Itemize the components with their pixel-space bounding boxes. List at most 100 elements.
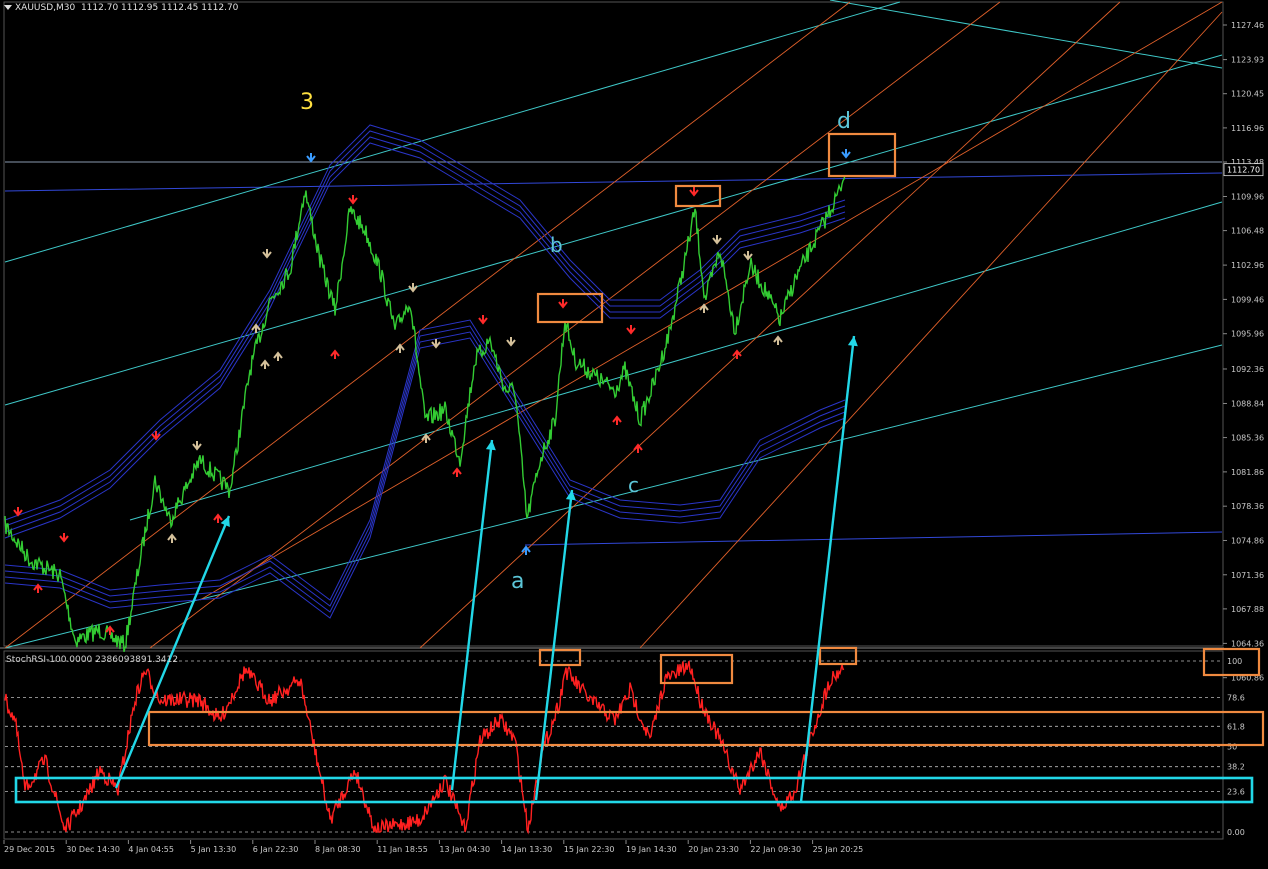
lower-band — [4, 319, 846, 601]
price-series — [4, 175, 846, 652]
time-axis-label: 4 Jan 04:55 — [128, 845, 174, 854]
signal-arrow — [114, 515, 231, 789]
price-tick-label: 1095.96 — [1231, 330, 1264, 339]
oscillator-tick-label: 78.6 — [1227, 694, 1245, 703]
fractal-up-arrow — [773, 335, 783, 345]
price-tick-label: 1102.96 — [1231, 261, 1264, 270]
fractal-up-arrow — [395, 343, 405, 353]
price-tick-label: 1116.96 — [1231, 124, 1264, 133]
highlight-box — [659, 653, 734, 685]
fractal-down-arrow — [306, 153, 316, 163]
time-axis-label: 11 Jan 18:55 — [377, 845, 428, 854]
orange-channel-line — [149, 1, 1001, 649]
time-axis-label: 22 Jan 09:30 — [750, 845, 801, 854]
fractal-down-arrow — [192, 441, 202, 451]
oscillator-tick-label: 100 — [1227, 657, 1242, 666]
time-axis-label: 15 Jan 22:30 — [564, 845, 615, 854]
lower-band — [4, 331, 846, 613]
time-axis-label: 6 Jan 22:30 — [253, 845, 299, 854]
horizontal-trendline — [4, 172, 1223, 192]
price-tick-label: 1120.45 — [1231, 90, 1264, 99]
fractal-down-arrow — [59, 533, 69, 543]
fractal-down-arrow — [348, 195, 358, 205]
price-tick-label: 1074.86 — [1231, 536, 1264, 545]
highlight-box — [538, 648, 582, 667]
price-tick-label: 1092.36 — [1231, 365, 1264, 374]
fractal-up-arrow — [699, 303, 709, 313]
wave-label-c: c — [628, 473, 639, 497]
time-axis-label: 29 Dec 2015 — [4, 845, 55, 854]
chart-window[interactable]: 1127.46 1123.93 1120.45 1116.96 1113.48 1109.… — [0, 0, 1268, 869]
signal-arrow — [450, 439, 496, 791]
price-tick-label: 1067.88 — [1231, 605, 1264, 614]
highlight-box — [536, 292, 604, 324]
fractal-up-arrow — [330, 349, 340, 359]
price-tick-label: 1071.36 — [1231, 571, 1264, 580]
fractal-up-arrow — [612, 415, 622, 425]
highlight-box — [674, 184, 722, 208]
orange-channel-line — [199, 1, 1223, 601]
highlight-box — [827, 132, 897, 178]
price-tick-label: 1078.36 — [1231, 502, 1264, 511]
time-axis-label: 14 Jan 13:30 — [502, 845, 553, 854]
time-axis-label: 8 Jan 08:30 — [315, 845, 361, 854]
time-axis-label: 13 Jan 04:30 — [439, 845, 490, 854]
fractal-up-arrow — [213, 513, 223, 523]
cyan-channel-line — [829, 0, 1223, 69]
oscillator-tick-label: 61.8 — [1227, 722, 1245, 731]
fractal-down-arrow — [408, 283, 418, 293]
price-tick-label: 1064.36 — [1231, 639, 1264, 648]
ohlc-values: 1112.70 1112.95 1112.45 1112.70 — [80, 3, 239, 13]
oscillator-tick-label: 50 — [1227, 743, 1237, 752]
fractal-down-arrow — [689, 187, 699, 197]
fractal-down-arrow — [262, 249, 272, 259]
fractal-down-arrow — [712, 235, 722, 245]
stochrsi-series — [4, 660, 845, 835]
wave-label-3: 3 — [300, 90, 314, 115]
lower-band — [4, 325, 846, 607]
price-tick-label: 1088.84 — [1231, 399, 1264, 408]
wave-label-a: a — [511, 569, 524, 594]
time-axis-label: 20 Jan 23:30 — [688, 845, 739, 854]
time-axis-label: 5 Jan 13:30 — [191, 845, 237, 854]
oscillator-tick-label: 0.00 — [1227, 828, 1245, 837]
oversold-zone-box — [14, 776, 1254, 804]
fractal-up-arrow — [260, 359, 270, 369]
cyan-channel-line — [4, 1, 901, 263]
wave-label-d: d — [837, 109, 851, 134]
fractal-up-arrow — [452, 467, 462, 477]
horizontal-trendline — [524, 531, 1223, 546]
lower-band — [4, 337, 846, 619]
main-pane-frame — [3, 1, 1224, 647]
price-tick-label: 1109.96 — [1231, 193, 1264, 202]
symbol-header: XAUUSD,M30 1112.70 1112.95 1112.45 1112.… — [4, 3, 238, 13]
dropdown-icon[interactable] — [4, 5, 12, 10]
cyan-channel-line — [129, 201, 1223, 521]
oscillator-tick-label: 23.6 — [1227, 788, 1245, 797]
price-tick-label: 1106.48 — [1231, 227, 1264, 236]
fractal-up-arrow — [167, 533, 177, 543]
oscillator-tick-label: 38.2 — [1227, 763, 1245, 772]
time-axis-label: 25 Jan 20:25 — [813, 845, 864, 854]
orange-channel-line — [639, 11, 1223, 649]
price-tick-label: 1123.93 — [1231, 56, 1264, 65]
fib-zone-box — [147, 710, 1265, 747]
current-price-label: 1112.70 — [1227, 166, 1260, 175]
chart-canvas[interactable]: 1127.461123.931120.451116.961113.481109.… — [0, 0, 1268, 869]
indicator-label: StochRSI-100.0000 2386093891.3412 — [6, 655, 179, 665]
fractal-down-arrow — [841, 149, 851, 159]
fractal-down-arrow — [558, 299, 568, 309]
time-axis-label: 19 Jan 14:30 — [626, 845, 677, 854]
signal-arrow — [534, 489, 576, 801]
fractal-down-arrow — [626, 325, 636, 335]
fractal-up-arrow — [273, 351, 283, 361]
fractal-down-arrow — [478, 315, 488, 325]
cyan-channel-line — [4, 54, 1223, 406]
highlight-box — [818, 646, 858, 666]
fractal-down-arrow — [506, 337, 516, 347]
symbol-label: XAUUSD,M30 — [15, 3, 76, 13]
orange-channel-line — [4, 1, 851, 649]
wave-label-b: b — [550, 233, 563, 257]
fractal-up-arrow — [633, 443, 643, 453]
price-tick-label: 1085.36 — [1231, 434, 1264, 443]
